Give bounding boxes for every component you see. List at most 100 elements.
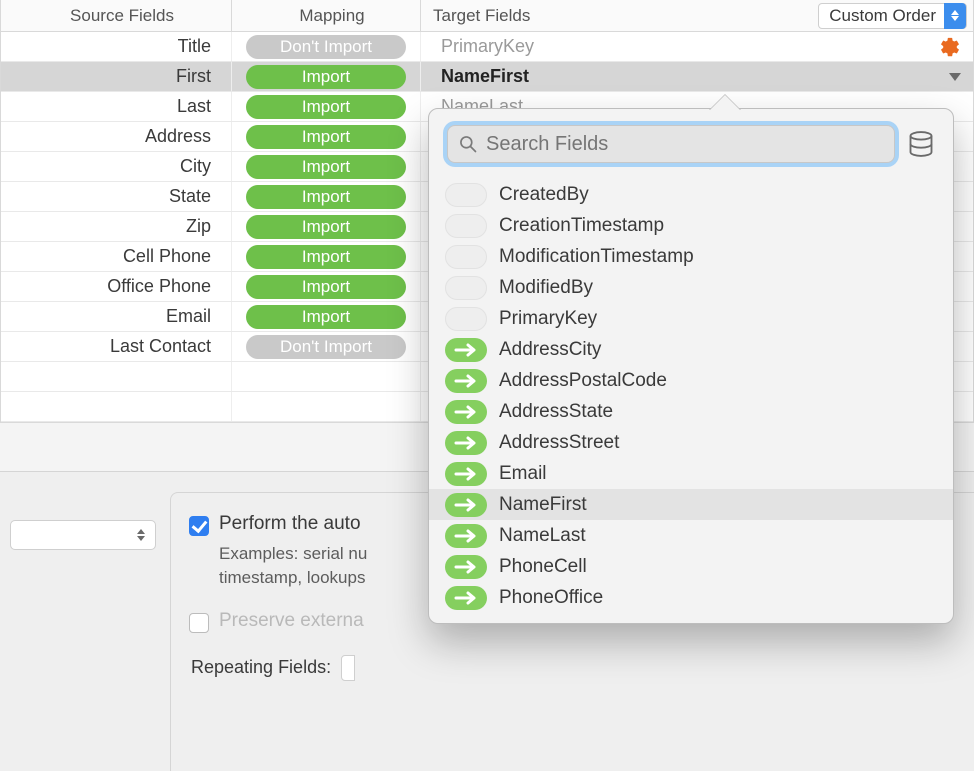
field-list-item[interactable]: Email	[429, 458, 953, 489]
source-field-label: Address	[1, 126, 231, 147]
field-name-label: Email	[499, 463, 547, 485]
import-pill[interactable]: Import	[246, 185, 406, 209]
field-list-item[interactable]: CreatedBy	[429, 179, 953, 210]
mapped-arrow-icon	[445, 400, 487, 424]
import-pill[interactable]: Import	[246, 215, 406, 239]
unmapped-bullet-icon	[445, 276, 487, 300]
auto-enter-checkbox[interactable]	[189, 516, 209, 536]
import-pill[interactable]: Import	[246, 305, 406, 329]
preserve-external-checkbox[interactable]	[189, 613, 209, 633]
field-list-item[interactable]: PhoneCell	[429, 551, 953, 582]
source-field-label: Zip	[1, 216, 231, 237]
row-tail	[923, 36, 973, 58]
auto-enter-label: Perform the auto	[219, 513, 361, 535]
target-field-label: NameFirst	[421, 66, 923, 87]
field-search-box[interactable]	[447, 125, 895, 163]
field-name-label: NameFirst	[499, 494, 587, 516]
field-list-item[interactable]: AddressCity	[429, 334, 953, 365]
source-field-label: State	[1, 186, 231, 207]
field-name-label: PhoneCell	[499, 556, 587, 578]
mapping-pill-cell: Import	[231, 62, 421, 91]
field-list-item[interactable]: ModificationTimestamp	[429, 241, 953, 272]
unmapped-bullet-icon	[445, 214, 487, 238]
gear-icon[interactable]	[939, 36, 961, 58]
import-pill[interactable]: Import	[246, 65, 406, 89]
mapped-arrow-icon	[445, 493, 487, 517]
mapped-arrow-icon	[445, 431, 487, 455]
import-pill[interactable]: Import	[246, 95, 406, 119]
field-list-item[interactable]: PhoneOffice	[429, 582, 953, 613]
dont-import-pill[interactable]: Don't Import	[246, 35, 406, 59]
sort-order-select[interactable]: Custom Order	[818, 3, 967, 29]
row-tail	[923, 73, 973, 81]
mapping-row[interactable]: Title Don't Import PrimaryKey	[1, 32, 973, 62]
unmapped-bullet-icon	[445, 183, 487, 207]
mapped-arrow-icon	[445, 555, 487, 579]
dont-import-pill[interactable]: Don't Import	[246, 335, 406, 359]
field-list-item[interactable]: PrimaryKey	[429, 303, 953, 334]
mapping-pill-cell: Import	[231, 182, 421, 211]
source-field-label: Last Contact	[1, 336, 231, 357]
field-name-label: AddressPostalCode	[499, 370, 667, 392]
field-name-label: CreatedBy	[499, 184, 589, 206]
field-name-label: AddressStreet	[499, 432, 619, 454]
mapped-arrow-icon	[445, 462, 487, 486]
field-name-label: ModifiedBy	[499, 277, 593, 299]
source-field-label: Cell Phone	[1, 246, 231, 267]
mapped-arrow-icon	[445, 338, 487, 362]
field-list-item[interactable]: NameLast	[429, 520, 953, 551]
mapping-pill-cell: Import	[231, 302, 421, 331]
left-stub	[0, 492, 170, 771]
left-select[interactable]	[10, 520, 156, 550]
field-name-label: PhoneOffice	[499, 587, 603, 609]
target-field-label: PrimaryKey	[421, 36, 923, 57]
field-list-item[interactable]: ModifiedBy	[429, 272, 953, 303]
mapped-arrow-icon	[445, 586, 487, 610]
source-field-label: Email	[1, 306, 231, 327]
mapping-pill-cell: Import	[231, 212, 421, 241]
field-search-input[interactable]	[486, 133, 884, 156]
field-list-item[interactable]: NameFirst	[429, 489, 953, 520]
field-name-label: CreationTimestamp	[499, 215, 664, 237]
source-fields-header: Source Fields	[1, 6, 231, 26]
mapping-pill-cell: Import	[231, 242, 421, 271]
field-list-item[interactable]: CreationTimestamp	[429, 210, 953, 241]
source-field-label: First	[1, 66, 231, 87]
field-name-label: ModificationTimestamp	[499, 246, 694, 268]
sort-order-value: Custom Order	[829, 6, 936, 26]
updown-arrows-icon	[944, 3, 966, 29]
field-name-label: AddressState	[499, 401, 613, 423]
source-field-label: Office Phone	[1, 276, 231, 297]
mapping-header: Source Fields Mapping Target Fields Cust…	[1, 0, 973, 32]
mapped-arrow-icon	[445, 524, 487, 548]
mapping-pill-cell: Import	[231, 272, 421, 301]
source-field-label: Title	[1, 36, 231, 57]
mapping-header-label: Mapping	[231, 0, 421, 31]
import-pill[interactable]: Import	[246, 245, 406, 269]
preserve-external-label: Preserve externa	[219, 610, 364, 632]
import-pill[interactable]: Import	[246, 155, 406, 179]
search-icon	[458, 134, 478, 154]
mapping-pill-cell: Import	[231, 152, 421, 181]
mapping-pill-cell: Don't Import	[231, 32, 421, 61]
field-list-item[interactable]: AddressStreet	[429, 427, 953, 458]
target-field-popover: CreatedBy CreationTimestamp ModificationTi…	[428, 108, 954, 624]
import-pill[interactable]: Import	[246, 275, 406, 299]
import-pill[interactable]: Import	[246, 125, 406, 149]
field-name-label: NameLast	[499, 525, 586, 547]
field-list-item[interactable]: AddressState	[429, 396, 953, 427]
mapping-pill-cell: Don't Import	[231, 332, 421, 361]
field-list[interactable]: CreatedBy CreationTimestamp ModificationTi…	[429, 175, 953, 613]
unmapped-bullet-icon	[445, 245, 487, 269]
database-icon[interactable]	[907, 130, 935, 158]
mapping-pill-cell: Import	[231, 92, 421, 121]
mapping-pill-cell: Import	[231, 122, 421, 151]
mapping-row[interactable]: First Import NameFirst	[1, 62, 973, 92]
unmapped-bullet-icon	[445, 307, 487, 331]
source-field-label: Last	[1, 96, 231, 117]
mapped-arrow-icon	[445, 369, 487, 393]
field-name-label: AddressCity	[499, 339, 601, 361]
chevron-down-icon[interactable]	[949, 73, 961, 81]
field-list-item[interactable]: AddressPostalCode	[429, 365, 953, 396]
field-name-label: PrimaryKey	[499, 308, 597, 330]
